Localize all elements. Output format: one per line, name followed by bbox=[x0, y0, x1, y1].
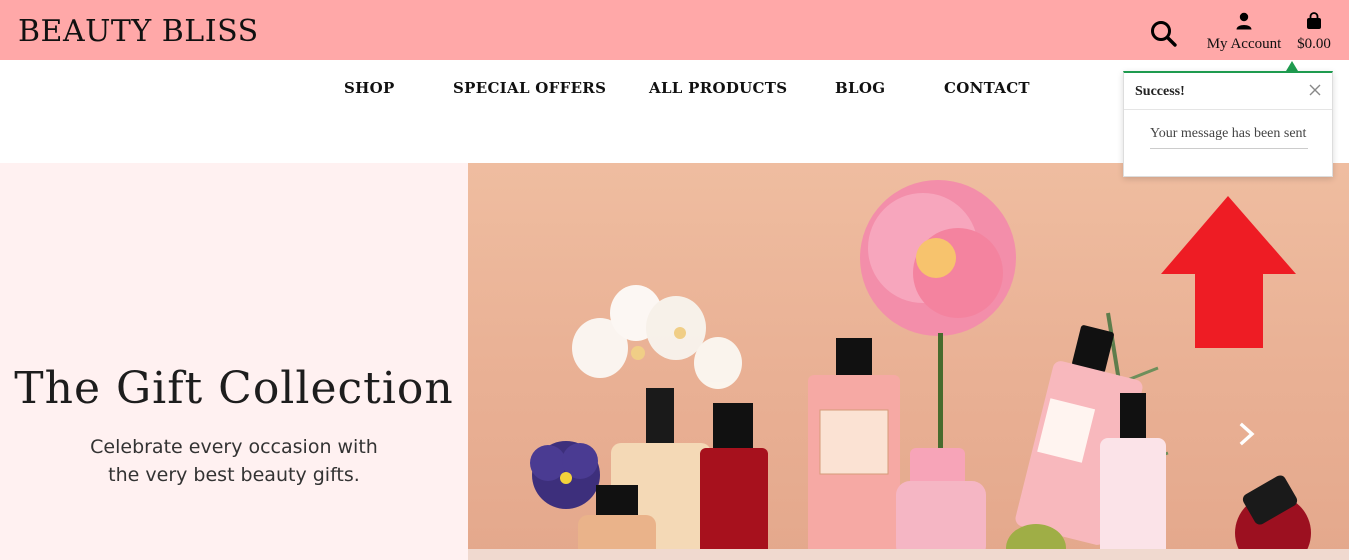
orchid-flowers bbox=[572, 285, 742, 389]
bombshell-perfume-bottle bbox=[896, 448, 986, 560]
toast-message: Your message has been sent bbox=[1150, 126, 1308, 149]
top-header-bar: BEAUTY BLISS My Account $0.00 bbox=[0, 0, 1349, 60]
toast-title: Success! bbox=[1135, 84, 1185, 99]
nav-item-blog[interactable]: BLOG bbox=[835, 79, 885, 97]
search-icon bbox=[1151, 21, 1177, 47]
nav-item-shop[interactable]: SHOP bbox=[344, 79, 395, 97]
nav-item-all-products[interactable]: ALL PRODUCTS bbox=[649, 79, 787, 97]
success-toast: Success! Your message has been sent bbox=[1123, 71, 1333, 177]
nav-item-contact[interactable]: CONTACT bbox=[944, 79, 1030, 97]
chevron-right-icon bbox=[1239, 422, 1255, 446]
very-sexy-bottle bbox=[700, 403, 768, 560]
cart-button[interactable]: $0.00 bbox=[1292, 12, 1336, 56]
hero-title: The Gift Collection bbox=[14, 363, 454, 414]
close-icon bbox=[1309, 84, 1321, 96]
toast-caret bbox=[1286, 61, 1298, 71]
search-button[interactable] bbox=[1149, 19, 1179, 49]
hero-text-panel: The Gift Collection Celebrate every occa… bbox=[0, 163, 468, 560]
pansy-flower bbox=[530, 441, 600, 509]
nav-item-special-offers[interactable]: SPECIAL OFFERS bbox=[453, 79, 606, 97]
bombshell-mist-bottle bbox=[808, 338, 900, 560]
red-perfume-bottle bbox=[1235, 475, 1311, 560]
hero-subtitle: Celebrate every occasion with the very b… bbox=[90, 436, 378, 486]
my-account-link[interactable]: My Account bbox=[1200, 12, 1288, 56]
cart-total: $0.00 bbox=[1297, 36, 1331, 52]
shopping-bag-icon bbox=[1307, 12, 1321, 29]
toast-close-button[interactable] bbox=[1307, 82, 1323, 98]
site-logo[interactable]: BEAUTY BLISS bbox=[18, 14, 259, 49]
carousel-next-button[interactable] bbox=[1236, 421, 1258, 447]
hero-banner: The Gift Collection Celebrate every occa… bbox=[0, 163, 1349, 560]
arrow-up-icon bbox=[1161, 196, 1296, 348]
toast-header: Success! bbox=[1124, 73, 1332, 110]
my-account-label: My Account bbox=[1206, 36, 1282, 52]
user-icon bbox=[1236, 12, 1252, 30]
